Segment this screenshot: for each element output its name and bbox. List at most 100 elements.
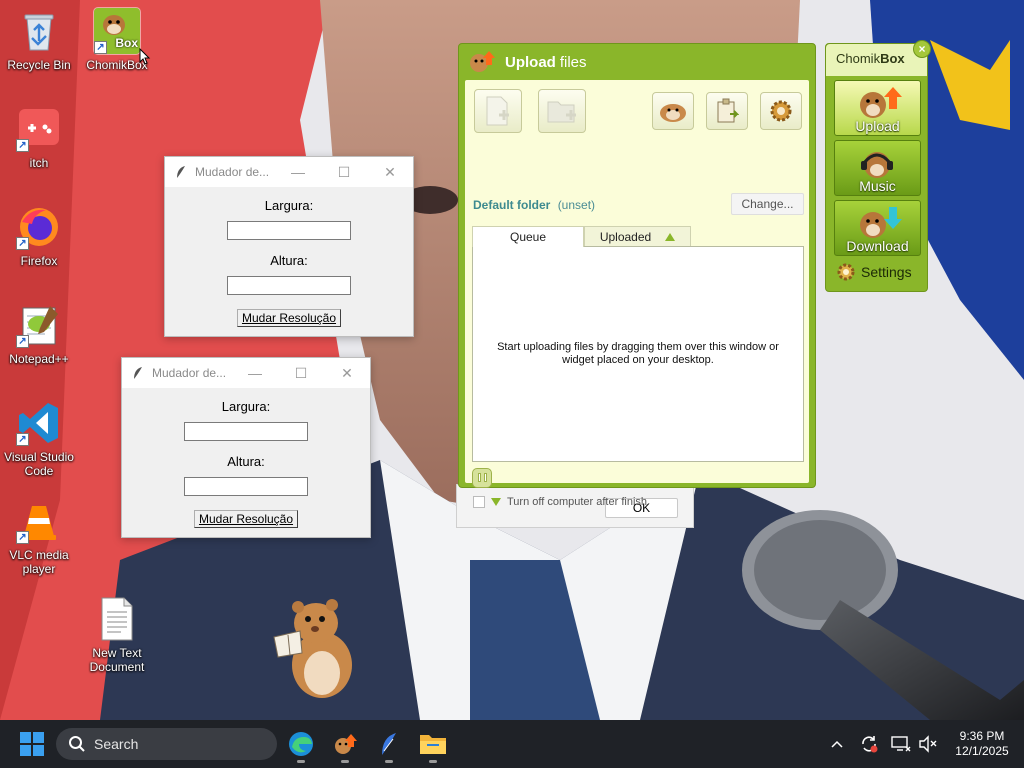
windows-logo-icon bbox=[20, 732, 44, 756]
clipboard-button[interactable] bbox=[706, 92, 748, 130]
chomik-upload-icon bbox=[470, 51, 495, 72]
vscode-icon: ↗ bbox=[16, 400, 62, 446]
maximize-button[interactable]: ☐ bbox=[321, 157, 367, 187]
window-titlebar[interactable]: Mudador de... — ☐ ✕ bbox=[122, 358, 370, 388]
taskbar-clock[interactable]: 9:36 PM 12/1/2025 bbox=[944, 729, 1020, 759]
shortcut-arrow-icon: ↗ bbox=[94, 41, 107, 54]
clock-date: 12/1/2025 bbox=[955, 744, 1009, 758]
widget-title: ChomikBox bbox=[826, 44, 927, 76]
chomikbox-icon-text: Box bbox=[115, 36, 138, 50]
desktop-icon-label: Visual Studio Code bbox=[4, 450, 74, 478]
upload-files-dialog[interactable]: Upload files Default folder (unset) Chan… bbox=[458, 43, 816, 508]
hamster-headphones-icon bbox=[861, 152, 893, 178]
taskbar-python-tk[interactable] bbox=[373, 728, 405, 763]
minimize-button[interactable]: — bbox=[232, 358, 278, 388]
widget-download-button[interactable]: Download bbox=[834, 200, 921, 256]
clipboard-icon bbox=[717, 98, 739, 123]
resolution-changer-window-2[interactable]: Mudador de... — ☐ ✕ Largura: Altura: Mud… bbox=[121, 357, 371, 538]
tray-network-button[interactable] bbox=[889, 730, 913, 758]
add-files-button[interactable] bbox=[474, 89, 522, 133]
settings-gear-button[interactable] bbox=[760, 92, 802, 130]
search-icon bbox=[69, 736, 85, 752]
taskbar-edge[interactable] bbox=[285, 728, 317, 763]
taskbar: Search 9:36 PM 12/1/2025 bbox=[0, 720, 1024, 768]
widget-button-label: Music bbox=[859, 178, 896, 194]
taskbar-chomikbox[interactable] bbox=[329, 728, 361, 763]
tab-label: Queue bbox=[509, 230, 547, 244]
tray-sync-icon-button[interactable] bbox=[857, 730, 881, 758]
upload-dialog-titlebar[interactable]: Upload files bbox=[459, 44, 815, 80]
desktop-icon-vlc[interactable]: ↗ VLC media player bbox=[0, 498, 78, 576]
shutdown-label: Turn off computer after finish bbox=[507, 496, 648, 508]
clock-time: 9:36 PM bbox=[959, 729, 1005, 743]
desktop-icon-chomikbox[interactable]: Box ↗ ChomikBox bbox=[78, 7, 156, 72]
hamster-icon bbox=[660, 104, 686, 122]
shortcut-arrow-icon: ↗ bbox=[16, 433, 29, 446]
add-folder-button[interactable] bbox=[538, 89, 586, 133]
desktop-icon-notepadpp[interactable]: ↗ Notepad++ bbox=[0, 302, 78, 366]
change-folder-button[interactable]: Change... bbox=[731, 193, 804, 215]
shutdown-option: Turn off computer after finish bbox=[473, 496, 647, 508]
shutdown-checkbox[interactable] bbox=[473, 496, 485, 508]
height-input[interactable] bbox=[184, 477, 308, 496]
tab-uploaded[interactable]: Uploaded bbox=[584, 226, 691, 246]
folder-icon bbox=[420, 735, 446, 754]
start-button[interactable] bbox=[20, 732, 44, 756]
window-titlebar[interactable]: Mudador de... — ☐ ✕ bbox=[165, 157, 413, 187]
desktop-icon-recycle-bin[interactable]: Recycle Bin bbox=[0, 8, 78, 72]
upload-title-bold: Upload bbox=[505, 53, 556, 71]
height-input[interactable] bbox=[227, 276, 351, 295]
pause-icon bbox=[476, 469, 488, 487]
show-hidden-icons-button[interactable] bbox=[826, 730, 848, 758]
tray-volume-button[interactable] bbox=[916, 730, 940, 758]
taskbar-file-explorer[interactable] bbox=[417, 728, 449, 763]
shortcut-arrow-icon: ↗ bbox=[16, 531, 29, 544]
hamster-upload-icon bbox=[860, 87, 902, 118]
width-input[interactable] bbox=[184, 422, 308, 441]
desktop-icon-new-text-document[interactable]: New Text Document bbox=[78, 596, 156, 674]
hamster-download-icon bbox=[860, 207, 902, 238]
tk-feather-icon bbox=[134, 367, 142, 379]
hamster-desktop-widget[interactable] bbox=[270, 595, 358, 700]
close-button[interactable]: ✕ bbox=[324, 358, 370, 388]
desktop-icon-itch[interactable]: ↗ itch bbox=[0, 106, 78, 170]
itch-icon: ↗ bbox=[16, 106, 62, 152]
desktop-icon-label: itch bbox=[29, 156, 49, 170]
widget-close-button[interactable]: × bbox=[913, 40, 931, 58]
shortcut-arrow-icon: ↗ bbox=[16, 237, 29, 250]
pause-button[interactable] bbox=[472, 468, 492, 488]
upload-title-rest: files bbox=[559, 53, 587, 71]
notepadpp-icon: ↗ bbox=[16, 302, 62, 348]
desktop-icon-firefox[interactable]: ↗ Firefox bbox=[0, 204, 78, 268]
widget-music-button[interactable]: Music bbox=[834, 140, 921, 196]
close-button[interactable]: ✕ bbox=[367, 157, 413, 187]
change-resolution-button[interactable]: Mudar Resolução bbox=[193, 510, 299, 528]
tab-queue[interactable]: Queue bbox=[472, 226, 584, 247]
chevron-up-icon bbox=[831, 740, 843, 748]
recycle-bin-icon bbox=[16, 8, 62, 54]
width-input[interactable] bbox=[227, 221, 351, 240]
chomikbox-widget[interactable]: ChomikBox × Upload Music Download Settin… bbox=[825, 40, 931, 292]
widget-upload-button[interactable]: Upload bbox=[834, 80, 921, 136]
network-icon bbox=[891, 736, 911, 752]
maximize-button[interactable]: ☐ bbox=[278, 358, 324, 388]
resolution-changer-window-1[interactable]: Mudador de... — ☐ ✕ Largura: Altura: Mud… bbox=[164, 156, 414, 337]
vlc-icon: ↗ bbox=[16, 498, 62, 544]
desktop-icon-vscode[interactable]: ↗ Visual Studio Code bbox=[0, 400, 78, 478]
widget-settings-button[interactable]: Settings bbox=[836, 262, 912, 282]
widget-button-label: Upload bbox=[855, 118, 900, 134]
triangle-down-icon bbox=[491, 498, 501, 506]
firefox-icon: ↗ bbox=[16, 204, 62, 250]
minimize-button[interactable]: — bbox=[275, 157, 321, 187]
height-label: Altura: bbox=[227, 454, 265, 469]
taskbar-search[interactable]: Search bbox=[56, 728, 277, 760]
mouse-cursor-icon bbox=[139, 48, 151, 65]
text-document-icon bbox=[94, 596, 140, 642]
desktop-icon-label: VLC media player bbox=[9, 548, 69, 576]
empty-queue-message: Start uploading files by dragging them o… bbox=[497, 341, 779, 366]
default-folder-label: Default folder bbox=[473, 198, 551, 212]
chomik-account-button[interactable] bbox=[652, 92, 694, 130]
change-resolution-button[interactable]: Mudar Resolução bbox=[236, 309, 342, 327]
upload-queue-list[interactable]: Start uploading files by dragging them o… bbox=[472, 246, 804, 462]
height-label: Altura: bbox=[270, 253, 308, 268]
